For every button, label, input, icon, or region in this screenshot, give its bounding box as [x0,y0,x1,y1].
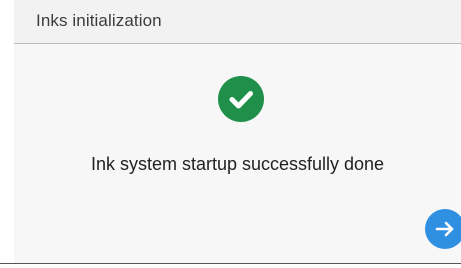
status-message: Ink system startup successfully done [90,154,385,174]
arrow-right-icon [435,221,454,237]
header-bar: Inks initialization [14,0,461,44]
page-title: Inks initialization [36,11,162,30]
next-button-circle[interactable] [425,209,461,249]
next-button[interactable] [425,209,461,249]
inks-initialization-screen: Inks initialization Ink system startup s… [0,0,461,268]
bottom-divider [0,263,461,264]
check-circle-icon [218,76,264,122]
